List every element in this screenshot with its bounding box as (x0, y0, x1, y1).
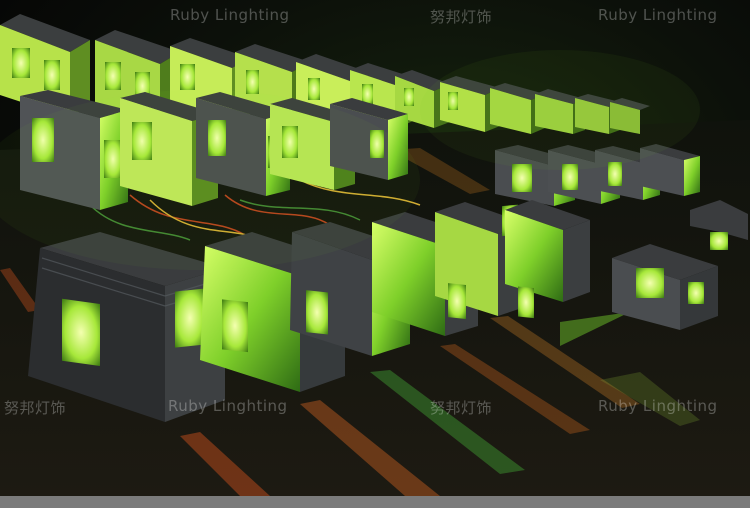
watermark-top-en-left: Ruby Linghting (170, 6, 290, 24)
watermark-bottom-en-right: Ruby Linghting (598, 397, 718, 415)
watermark-bottom-cn-left: 努邦灯饰 (4, 399, 67, 417)
bottom-bar (0, 496, 750, 508)
watermark-top-cn: 努邦灯饰 (430, 8, 493, 26)
lamp-photo (0, 0, 750, 496)
watermark-bottom-en-center: Ruby Linghting (168, 397, 288, 415)
watermark-top-en-right: Ruby Linghting (598, 6, 718, 24)
photo-frame: Ruby Linghting 努邦灯饰 Ruby Linghting 努邦灯饰 … (0, 0, 750, 508)
watermark-bottom-cn-center: 努邦灯饰 (430, 399, 493, 417)
